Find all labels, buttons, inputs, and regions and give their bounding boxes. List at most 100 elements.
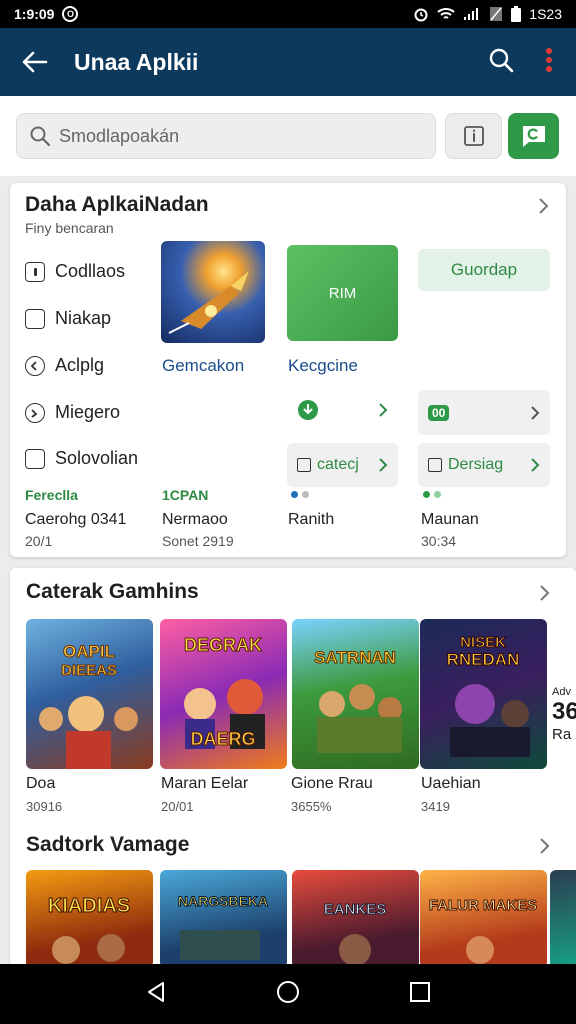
triangle-back-icon xyxy=(147,981,164,1002)
game-art-icon: FALUR MAKES xyxy=(428,897,538,964)
back-button[interactable] xyxy=(0,51,70,73)
recents-nav-button[interactable] xyxy=(409,981,431,1008)
checkbox-row[interactable]: Solovolian xyxy=(25,448,138,469)
checkbox-row[interactable]: Codllaos xyxy=(25,261,125,282)
game-cover[interactable]: KIADIAS xyxy=(26,870,153,968)
checkbox-row[interactable]: Niakap xyxy=(25,308,111,329)
page-title: Unaa Aplkii xyxy=(74,48,199,75)
section-title: Sadtork Vamage xyxy=(26,833,190,856)
status-bar: 1:9:09 O 1S23 xyxy=(0,0,576,28)
meta-date: 30:34 xyxy=(421,533,457,549)
signal-icon xyxy=(463,7,481,21)
game-cover[interactable]: EANKES xyxy=(292,870,419,968)
peek-cover[interactable] xyxy=(550,870,576,968)
search-icon xyxy=(30,126,51,147)
download-pill[interactable] xyxy=(287,390,398,430)
square-recents-icon xyxy=(410,981,431,1002)
back-nav-button[interactable] xyxy=(145,980,167,1009)
checkbox-label: Aclplg xyxy=(55,355,105,375)
game-cover[interactable]: SATRNAN xyxy=(292,619,419,769)
battery-icon xyxy=(511,6,522,22)
game-cover[interactable]: NARGSBEKA xyxy=(160,870,287,968)
checkbox[interactable] xyxy=(25,261,45,282)
meta-name: Nermaoo xyxy=(162,511,228,528)
spaceship-icon xyxy=(168,271,249,334)
wifi-icon xyxy=(437,7,455,21)
game-title[interactable]: Gione Rrau xyxy=(291,775,373,793)
game-art-icon: SATRNAN xyxy=(314,648,402,753)
game-sub: 20/01 xyxy=(161,799,194,814)
filter-button[interactable] xyxy=(445,113,502,159)
meta-tag: Fereclla xyxy=(25,487,78,503)
system-nav-bar xyxy=(0,964,576,1024)
peek-item[interactable]: Adv 36 Ra xyxy=(552,686,576,743)
arrow-left-icon xyxy=(22,51,48,73)
meta-date: Sonet 2919 xyxy=(162,533,234,549)
game-sub: 30916 xyxy=(26,799,63,814)
game-title[interactable]: Doa xyxy=(26,775,55,793)
chevron-right-icon[interactable] xyxy=(539,837,551,855)
chevron-right-icon xyxy=(531,405,540,420)
peek-top: Adv xyxy=(552,686,571,698)
svg-text:DIEEAS: DIEEAS xyxy=(61,662,117,679)
message-icon xyxy=(522,126,545,147)
checkbox-label: Miegero xyxy=(55,402,121,422)
checkbox-row[interactable]: Miegero xyxy=(25,402,120,423)
badge-pill[interactable]: 00 xyxy=(418,390,550,435)
svg-text:KIADIAS: KIADIAS xyxy=(48,895,130,917)
game-sub: 3655% xyxy=(291,799,332,814)
game-title[interactable]: Uaehian xyxy=(421,775,481,793)
game-cover[interactable]: DEGRAK DAERG xyxy=(160,619,287,769)
app-tile-label[interactable]: Gemcakon xyxy=(162,356,244,376)
peek-bottom: Ra xyxy=(552,726,572,743)
status-time: 1:9:09 xyxy=(14,6,55,22)
game-art-icon: OAPIL DIEEAS xyxy=(39,642,138,769)
search-button[interactable] xyxy=(488,47,514,78)
chevron-right-icon xyxy=(531,458,540,472)
svg-text:FALUR MAKES: FALUR MAKES xyxy=(429,897,537,914)
checkbox-icon xyxy=(297,458,311,472)
section-subtitle: Finy bencaran xyxy=(25,220,114,236)
search-icon xyxy=(489,48,514,72)
count-badge: 00 xyxy=(428,404,450,421)
more-options-button[interactable] xyxy=(544,47,554,78)
chevron-right-icon xyxy=(379,458,388,472)
app-tile-green[interactable]: RIM xyxy=(287,245,398,341)
search-row: Smodlapoakán xyxy=(0,96,576,176)
checkbox-label: Niakap xyxy=(55,308,112,328)
checkbox-label: Codllaos xyxy=(55,261,126,281)
home-nav-button[interactable] xyxy=(276,980,300,1009)
section-title: Daha AplkaiNadan xyxy=(25,193,209,216)
search-input[interactable]: Smodlapoakán xyxy=(16,113,436,159)
game-art-icon: KIADIAS xyxy=(47,895,131,964)
category-pill[interactable]: catecj xyxy=(287,443,398,487)
design-pill[interactable]: Dersiag xyxy=(418,443,550,487)
chevron-right-icon[interactable] xyxy=(538,197,550,215)
download-icon xyxy=(298,400,318,420)
radio-button[interactable] xyxy=(25,355,45,376)
game-art-icon: NARGSBEKA xyxy=(177,893,269,960)
green-action-button[interactable] xyxy=(508,113,559,159)
featured-apps-card: Daha AplkaiNadan Finy bencaran Codllaos … xyxy=(10,183,566,557)
app-tile-label[interactable]: Kecgcine xyxy=(288,356,358,376)
notification-icon: O xyxy=(62,6,79,22)
checkbox-row[interactable]: Aclplg xyxy=(25,355,104,376)
game-cover[interactable]: FALUR MAKES xyxy=(420,870,547,968)
radio-button[interactable] xyxy=(25,402,45,423)
games-card: Caterak Gamhins OAPIL DIEEAS DEGRAK DAER… xyxy=(10,568,576,968)
chevron-right-icon[interactable] xyxy=(539,584,551,602)
chevron-right-icon xyxy=(379,403,388,417)
game-cover[interactable]: OAPIL DIEEAS xyxy=(26,619,153,769)
app-tile-space-game[interactable] xyxy=(161,241,265,343)
app-tile-guordap[interactable]: Guordap xyxy=(418,249,550,291)
game-cover[interactable]: NISEK RNEDAN xyxy=(420,619,547,769)
game-title[interactable]: Maran Eelar xyxy=(161,775,248,793)
pager-dots xyxy=(423,491,441,498)
tile-overlay-text: RIM xyxy=(328,284,357,302)
pager-dots xyxy=(291,491,309,498)
peek-num: 36 xyxy=(552,698,576,725)
no-sim-icon xyxy=(489,6,503,22)
section-title: Caterak Gamhins xyxy=(26,580,199,603)
checkbox[interactable] xyxy=(25,448,45,469)
checkbox[interactable] xyxy=(25,308,45,329)
